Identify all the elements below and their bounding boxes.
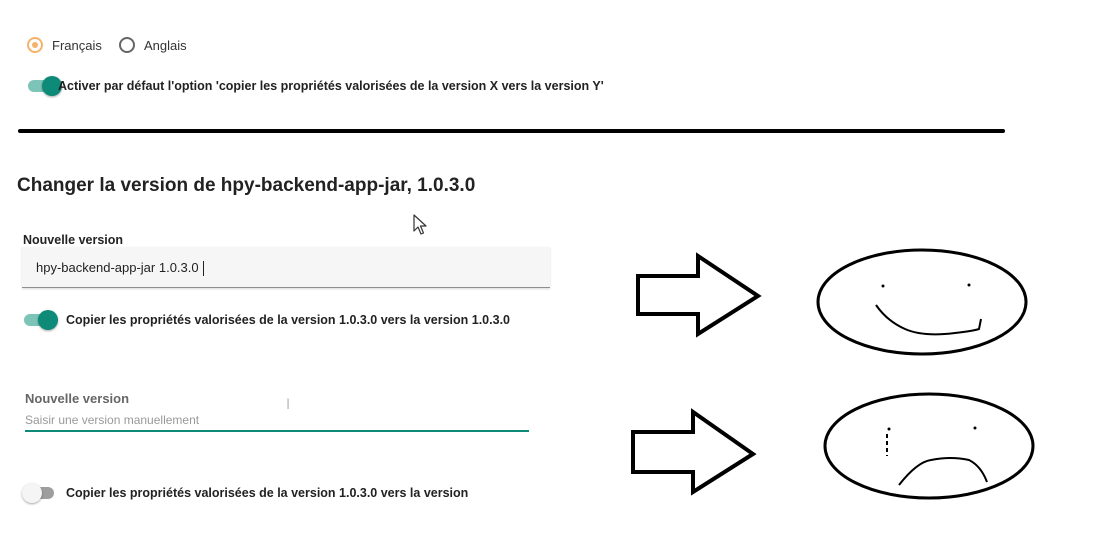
copy-properties-label-2: Copier les propriétés valorisées de la v…: [66, 486, 469, 500]
mouse-pointer-icon: [413, 214, 427, 235]
text-cursor-icon: I: [286, 397, 291, 413]
copy-properties-toggle-on[interactable]: [22, 310, 58, 330]
copy-properties-toggle-off[interactable]: [22, 483, 58, 503]
new-version-input[interactable]: hpy-backend-app-jar 1.0.3.0: [22, 247, 550, 288]
radio-anglais-label: Anglais: [144, 37, 187, 53]
toggle-thumb: [38, 310, 58, 330]
radio-francais[interactable]: Français: [27, 37, 102, 53]
toggle-thumb: [22, 483, 42, 503]
radio-selected-icon: [27, 37, 43, 53]
new-version-value: hpy-backend-app-jar 1.0.3.0: [36, 260, 199, 275]
default-copy-label: Activer par défaut l'option 'copier les …: [58, 79, 604, 93]
new-version-label: Nouvelle version: [23, 233, 124, 247]
new-version-label-2: Nouvelle version: [25, 391, 130, 406]
right-arrow-icon: [636, 252, 762, 338]
radio-francais-label: Français: [52, 37, 102, 53]
dialog-title: Changer la version de hpy-backend-app-ja…: [17, 175, 476, 196]
text-caret: [202, 261, 204, 277]
copy-properties-label-1: Copier les propriétés valorisées de la v…: [66, 313, 510, 327]
happy-face-icon: [816, 248, 1028, 356]
section-divider: [18, 129, 1005, 133]
new-version-manual-input[interactable]: [25, 410, 529, 432]
radio-unselected-icon: [119, 37, 135, 53]
right-arrow-icon: [631, 408, 757, 496]
default-copy-toggle[interactable]: [26, 76, 62, 96]
sad-face-icon: [823, 392, 1035, 500]
radio-anglais[interactable]: Anglais: [119, 37, 187, 53]
